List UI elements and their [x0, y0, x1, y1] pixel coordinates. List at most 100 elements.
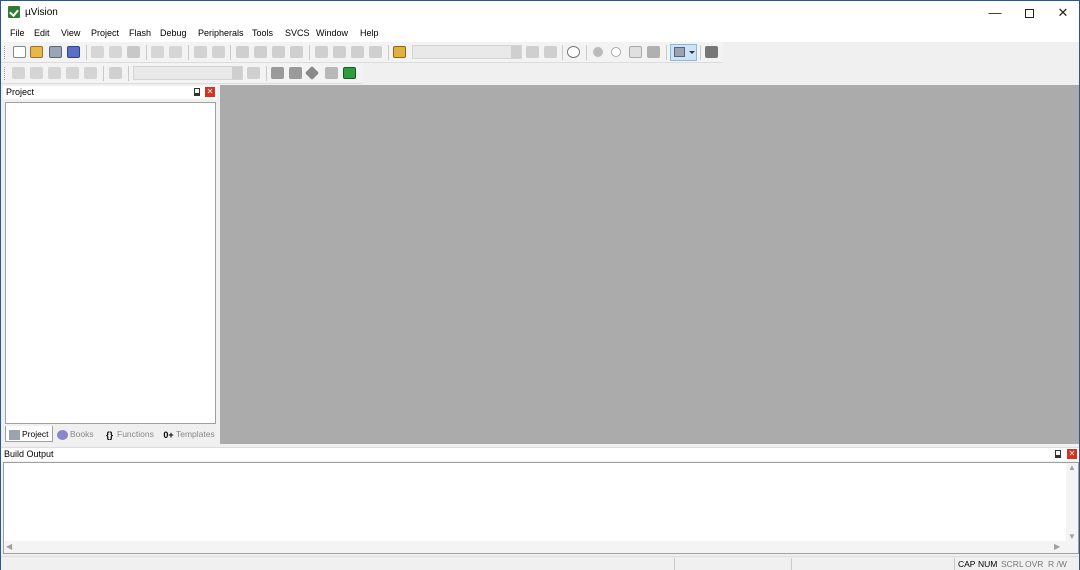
pin-icon[interactable]	[194, 88, 200, 96]
debug-session-icon[interactable]	[647, 46, 660, 58]
menu-file[interactable]: File	[10, 28, 25, 38]
title-bar: µVision — ✕	[1, 1, 1079, 25]
cut-icon[interactable]	[91, 46, 104, 58]
uvision-app-icon	[8, 6, 20, 18]
pack-installer-icon[interactable]	[325, 67, 338, 79]
paste-icon[interactable]	[127, 46, 140, 58]
tab-functions[interactable]: {} Functions	[101, 426, 159, 442]
file-toolbar	[1, 42, 723, 63]
menu-window[interactable]: Window	[316, 28, 348, 38]
disable-breakpoint-icon[interactable]	[611, 47, 621, 57]
incremental-find-icon[interactable]	[544, 46, 557, 58]
menu-view[interactable]: View	[61, 28, 80, 38]
pin-icon[interactable]	[1055, 450, 1061, 458]
download-icon[interactable]	[109, 67, 122, 79]
project-tree[interactable]	[5, 102, 216, 424]
chevron-down-icon[interactable]	[232, 67, 242, 79]
status-bar: CAP NUM SCRL OVR R /W	[1, 556, 1079, 570]
close-build-output-button[interactable]: ✕	[1067, 449, 1077, 459]
menu-edit[interactable]: Edit	[34, 28, 50, 38]
tab-templates[interactable]: 0+ Templates	[160, 426, 217, 442]
menu-debug[interactable]: Debug	[160, 28, 187, 38]
build-output-header: Build Output ✕	[1, 447, 1079, 461]
scroll-right-icon[interactable]: ▶	[1054, 542, 1060, 551]
menu-help[interactable]: Help	[360, 28, 379, 38]
batch-build-icon[interactable]	[66, 67, 79, 79]
status-num: NUM	[978, 559, 998, 569]
unindent-icon[interactable]	[333, 46, 346, 58]
project-pane-header: Project ✕	[3, 86, 217, 99]
uncomment-icon[interactable]	[369, 46, 382, 58]
project-pane-tabs: Project Books {} Functions 0+ Templates	[3, 425, 217, 443]
build-toolbar	[1, 63, 363, 84]
new-file-icon[interactable]	[13, 46, 26, 58]
save-icon[interactable]	[49, 46, 62, 58]
editor-area[interactable]	[220, 85, 1079, 444]
build-output-title: Build Output	[4, 449, 54, 459]
menu-bar: File Edit View Project Flash Debug Perip…	[1, 25, 1079, 42]
bookmark-icon[interactable]	[236, 46, 249, 58]
find-combo[interactable]	[412, 45, 522, 59]
bookmark-clear-icon[interactable]	[290, 46, 303, 58]
open-file-icon[interactable]	[30, 46, 43, 58]
bookmark-prev-icon[interactable]	[254, 46, 267, 58]
kill-breakpoints-icon[interactable]	[629, 46, 642, 58]
horizontal-scrollbar[interactable]: ◀ ▶	[4, 541, 1078, 553]
vertical-scrollbar[interactable]: ▲ ▼	[1066, 463, 1078, 541]
menu-svcs[interactable]: SVCS	[285, 28, 310, 38]
stop-build-icon[interactable]	[84, 67, 97, 79]
toolbar-grip[interactable]	[4, 46, 7, 59]
status-ovr: OVR	[1025, 559, 1044, 569]
close-window-button[interactable]: ✕	[1045, 1, 1080, 25]
select-packs-icon[interactable]	[304, 65, 320, 81]
scroll-up-icon[interactable]: ▲	[1068, 463, 1076, 472]
status-rw: R /W	[1048, 559, 1067, 569]
project-pane-title: Project	[6, 87, 35, 97]
options-for-target-icon[interactable]	[247, 67, 260, 79]
scroll-down-icon[interactable]: ▼	[1068, 532, 1076, 541]
status-cap: CAP	[958, 559, 976, 569]
navigate-back-icon[interactable]	[194, 46, 207, 58]
manage-runtime-icon[interactable]	[289, 67, 302, 79]
window-layout-icon	[674, 47, 685, 57]
configure-icon[interactable]	[705, 46, 718, 58]
comment-icon[interactable]	[351, 46, 364, 58]
file-extensions-icon[interactable]	[271, 67, 284, 79]
maximize-button[interactable]	[1011, 1, 1047, 25]
functions-icon: {}	[105, 429, 113, 440]
event-recorder-icon[interactable]	[343, 67, 356, 79]
books-icon	[57, 429, 68, 440]
undo-icon[interactable]	[151, 46, 164, 58]
build-output-text[interactable]: ▲ ▼ ◀ ▶	[3, 462, 1079, 554]
menu-flash[interactable]: Flash	[129, 28, 151, 38]
copy-icon[interactable]	[109, 46, 122, 58]
tab-project[interactable]: Project	[5, 426, 53, 442]
indent-icon[interactable]	[315, 46, 328, 58]
toolbar-grip[interactable]	[4, 67, 7, 80]
minimize-button[interactable]: —	[977, 1, 1013, 25]
rebuild-icon[interactable]	[48, 67, 61, 79]
translate-icon[interactable]	[12, 67, 25, 79]
menu-peripherals[interactable]: Peripherals	[198, 28, 244, 38]
scroll-left-icon[interactable]: ◀	[6, 542, 12, 551]
uvision-window: µVision — ✕ File Edit View Project Flash…	[0, 0, 1080, 570]
tab-books[interactable]: Books	[54, 426, 100, 442]
menu-tools[interactable]: Tools	[252, 28, 273, 38]
redo-icon[interactable]	[169, 46, 182, 58]
navigate-forward-icon[interactable]	[212, 46, 225, 58]
chevron-down-icon	[689, 51, 695, 54]
search-icon[interactable]	[567, 46, 580, 58]
target-select[interactable]	[133, 66, 243, 80]
status-scrl: SCRL	[1001, 559, 1024, 569]
chevron-down-icon[interactable]	[511, 46, 521, 58]
bookmark-next-icon[interactable]	[272, 46, 285, 58]
window-layout-button[interactable]	[670, 44, 697, 61]
close-project-pane-button[interactable]: ✕	[205, 87, 215, 97]
save-all-icon[interactable]	[67, 46, 80, 58]
find-in-files-icon[interactable]	[393, 46, 406, 58]
maximize-icon	[1024, 9, 1034, 19]
menu-project[interactable]: Project	[91, 28, 119, 38]
breakpoint-icon[interactable]	[593, 47, 603, 57]
build-icon[interactable]	[30, 67, 43, 79]
find-icon[interactable]	[526, 46, 539, 58]
